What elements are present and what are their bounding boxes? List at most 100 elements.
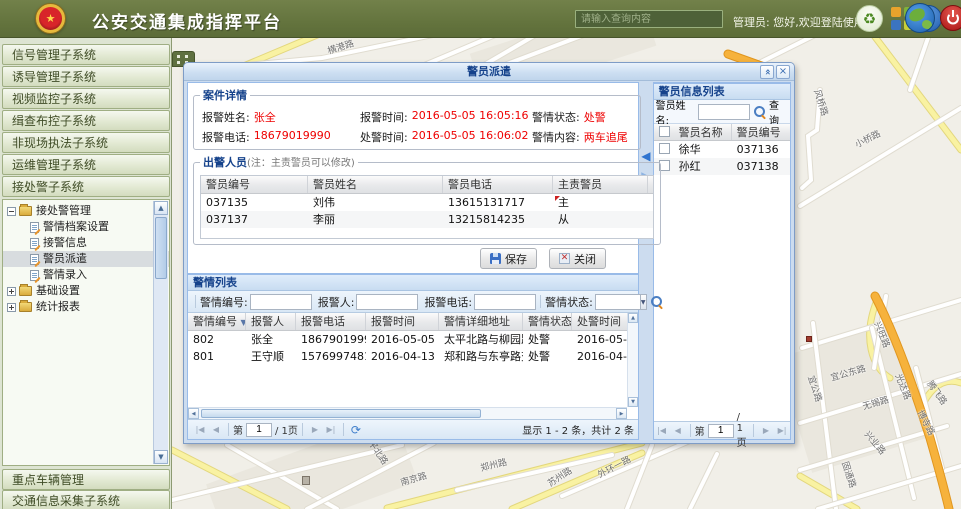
page-suffix: / 1页 <box>737 412 749 449</box>
tree-node-stat-reports[interactable]: 统计报表 <box>3 299 169 315</box>
alert-pager: |◀ ◀ 第 / 1页 ▶ ▶| ⟳ 显示 1 - 2 条，共计 2 条 <box>188 419 638 439</box>
horizontal-scrollbar[interactable]: ◀ ▶ <box>188 407 627 419</box>
row-checkbox[interactable] <box>659 143 670 154</box>
globe-icon[interactable] <box>905 3 935 33</box>
case-detail-fieldset: 案件详情 报警姓名:张全 报警时间:2016-05-05 16:05:16 警情… <box>193 87 641 150</box>
column-header[interactable]: 警员编号 <box>732 124 790 140</box>
expand-icon[interactable] <box>7 303 16 312</box>
sidebar-item-dispatch-system[interactable]: 接处警子系统 <box>2 176 170 197</box>
caller-input[interactable] <box>356 294 418 310</box>
column-header[interactable]: 警员姓名 <box>308 176 443 193</box>
power-logout-icon[interactable] <box>940 5 961 31</box>
tree-node-label: 统计报表 <box>36 299 80 315</box>
page-number-input[interactable] <box>246 423 272 437</box>
last-page-icon[interactable]: ▶| <box>323 422 339 438</box>
phone-input[interactable] <box>474 294 536 310</box>
folder-icon <box>19 206 32 216</box>
field-value: 处警 <box>584 109 606 125</box>
tree-node-alert-entry[interactable]: 警情录入 <box>3 267 169 283</box>
eco-refresh-icon[interactable]: ♻ <box>856 5 883 32</box>
sidebar: 信号管理子系统 诱导管理子系统 视频监控子系统 缉查布控子系统 非现场执法子系统… <box>0 38 172 509</box>
tree-node-archive-settings[interactable]: 警情档案设置 <box>3 219 169 235</box>
save-button[interactable]: 保存 <box>480 248 537 269</box>
column-header[interactable]: 警情详细地址 <box>439 313 523 330</box>
search-icon <box>651 296 663 308</box>
field-value: 两车追尾 <box>584 129 628 145</box>
collapse-icon[interactable] <box>7 207 16 216</box>
window-close-icon[interactable]: × <box>776 65 790 79</box>
last-page-icon[interactable]: ▶| <box>774 423 790 439</box>
column-header[interactable]: 处警时间 <box>572 313 627 330</box>
prev-page-icon[interactable]: ◀ <box>208 422 224 438</box>
expand-icon[interactable] <box>7 287 16 296</box>
tree-node-label: 警情录入 <box>43 267 87 283</box>
folder-icon <box>19 286 32 296</box>
column-header-sorted[interactable]: 警情编号 ▼ <box>188 313 246 330</box>
officer-list-row[interactable]: 徐华 037136 <box>654 141 790 158</box>
close-button[interactable]: ✕关闭 <box>549 248 606 269</box>
building-poi-icon <box>302 476 310 485</box>
officer-name-input[interactable] <box>698 104 750 120</box>
column-header[interactable]: 警情状态 <box>523 313 572 330</box>
officer-search-bar: 警员姓名: 查询 <box>654 100 790 124</box>
page-number-input[interactable] <box>708 424 734 438</box>
page-prefix: 第 <box>233 422 243 437</box>
tree-node-officer-dispatch[interactable]: 警员派遣 <box>3 251 169 267</box>
sidebar-item-video[interactable]: 视频监控子系统 <box>2 88 170 109</box>
officer-name-label: 警员姓名: <box>656 97 697 127</box>
vertical-scrollbar[interactable]: ▲ ▼ <box>627 313 638 407</box>
alert-row[interactable]: 801 王守顺 15769974813 2016-04-13 12:... 郑和… <box>188 348 627 365</box>
dispatch-window: 警员派遣 « × 案件详情 报警姓名:张全 报警时间:2016-05-05 16… <box>183 62 795 444</box>
tree-node-label: 接警信息 <box>43 235 87 251</box>
sidebar-item-guidance[interactable]: 诱导管理子系统 <box>2 66 170 87</box>
field-value: 张全 <box>254 109 276 125</box>
scrollbar-thumb[interactable] <box>201 409 481 418</box>
officer-pager: |◀ ◀ 第 / 1页 ▶ ▶| <box>654 421 790 439</box>
first-page-icon[interactable]: |◀ <box>192 422 208 438</box>
sidebar-item-traffic-info[interactable]: 交通信息采集子系统 <box>2 490 170 509</box>
sidebar-item-signal[interactable]: 信号管理子系统 <box>2 44 170 65</box>
save-icon <box>490 253 501 264</box>
status-select[interactable] <box>595 294 641 310</box>
close-x-icon: ✕ <box>559 253 570 264</box>
column-header[interactable]: 警员编号 <box>201 176 308 193</box>
column-header[interactable]: 报警人 <box>246 313 296 330</box>
column-header[interactable]: 警员电话 <box>443 176 553 193</box>
column-header[interactable]: 报警电话 <box>296 313 366 330</box>
sidebar-tree: 接处警管理 警情档案设置 接警信息 警员派遣 警情录入 基础设置 <box>2 199 170 466</box>
first-page-icon[interactable]: |◀ <box>654 423 670 439</box>
tree-node-alert-info[interactable]: 接警信息 <box>3 235 169 251</box>
column-header[interactable]: 警员名称 <box>674 124 732 140</box>
officer-list-row[interactable]: 孙红 037138 <box>654 158 790 175</box>
refresh-icon[interactable]: ⟳ <box>348 423 364 437</box>
tree-scrollbar[interactable]: ▲ ▼ <box>153 201 168 464</box>
global-search-input[interactable] <box>575 10 723 28</box>
tree-node-dispatch-mgmt[interactable]: 接处警管理 <box>3 203 169 219</box>
alert-list-panel: 警情列表 警情编号: 报警人: 报警电话: 警情状态: ▼ 查询 <box>188 273 638 439</box>
dispatch-main-pane: 案件详情 报警姓名:张全 报警时间:2016-05-05 16:05:16 警情… <box>187 82 639 440</box>
filter-label: 警情状态: <box>545 294 593 310</box>
sidebar-item-ops[interactable]: 运维管理子系统 <box>2 154 170 175</box>
tree-node-basic-settings[interactable]: 基础设置 <box>3 283 169 299</box>
prev-page-icon[interactable]: ◀ <box>670 423 686 439</box>
search-icon <box>754 106 766 118</box>
page-prefix: 第 <box>695 423 705 438</box>
officer-search-button[interactable]: 查询 <box>769 97 788 127</box>
next-page-icon[interactable]: ▶ <box>758 423 774 439</box>
select-all-checkbox[interactable] <box>659 126 670 137</box>
window-titlebar[interactable]: 警员派遣 « × <box>184 63 794 81</box>
sidebar-item-checkcontrol[interactable]: 缉查布控子系统 <box>2 110 170 131</box>
column-header[interactable]: 报警时间 <box>366 313 439 330</box>
sidebar-item-offsite[interactable]: 非现场执法子系统 <box>2 132 170 153</box>
alert-id-input[interactable] <box>250 294 312 310</box>
field-label: 警情内容: <box>532 129 580 145</box>
sidebar-item-key-vehicles[interactable]: 重点车辆管理 <box>2 469 170 490</box>
alert-row[interactable]: 802 张全 18679019990 2016-05-05 16:... 太平北… <box>188 331 627 348</box>
officers-grid: 警员编号 警员姓名 警员电话 主责警员 037135 刘伟 1361513171… <box>200 175 654 239</box>
officer-row[interactable]: 037137 李丽 13215814235 从 <box>201 211 653 228</box>
officer-row[interactable]: 037135 刘伟 13615131717 主 <box>201 194 653 211</box>
case-detail-legend: 案件详情 <box>200 87 250 103</box>
window-collapse-icon[interactable]: « <box>760 65 774 79</box>
column-header[interactable]: 主责警员 <box>553 176 648 193</box>
next-page-icon[interactable]: ▶ <box>307 422 323 438</box>
